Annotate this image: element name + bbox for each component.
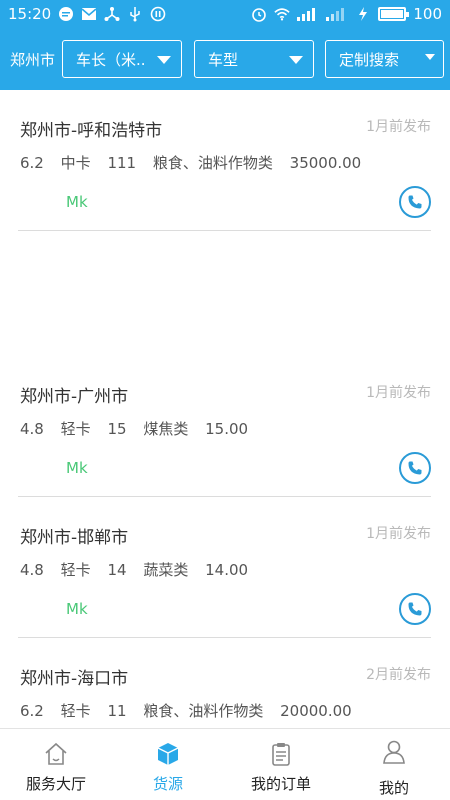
cargo-price: 20000.00 bbox=[280, 702, 352, 720]
list-item[interactable]: 郑州市-海口市 2月前发布 6.2 轻卡 11 粮食、油料作物类 20000.0… bbox=[18, 638, 431, 728]
home-icon bbox=[43, 741, 69, 767]
alarm-icon bbox=[251, 6, 267, 22]
chevron-down-icon bbox=[425, 54, 435, 60]
call-button[interactable] bbox=[399, 452, 431, 484]
tab-cargo[interactable]: 货源 bbox=[112, 729, 224, 800]
city-selector[interactable]: 郑州市 bbox=[10, 49, 62, 70]
clock: 15:20 bbox=[8, 5, 52, 23]
cargo-count: 111 bbox=[107, 154, 137, 172]
custom-search-label: 定制搜索 bbox=[339, 50, 400, 69]
tab-service-hall[interactable]: 服务大厅 bbox=[0, 729, 112, 800]
publish-time: 2月前发布 bbox=[366, 667, 431, 683]
vehicle-type: 轻卡 bbox=[60, 702, 91, 720]
list-item[interactable]: 郑州市-广州市 1月前发布 4.8 轻卡 15 煤焦类 15.00 Mk bbox=[18, 356, 431, 497]
share-icon bbox=[104, 6, 120, 22]
shipper-name: Mk bbox=[66, 600, 88, 618]
publish-time: 1月前发布 bbox=[366, 119, 431, 135]
phone-icon bbox=[408, 195, 422, 209]
publish-time: 1月前发布 bbox=[366, 385, 431, 401]
publish-time: 1月前发布 bbox=[366, 526, 431, 542]
truck-length: 6.2 bbox=[20, 702, 44, 720]
tab-label: 货源 bbox=[152, 775, 183, 793]
list-item[interactable]: 郑州市-邯郸市 1月前发布 4.8 轻卡 14 蔬菜类 14.00 Mk bbox=[18, 497, 431, 638]
signal-icon bbox=[297, 6, 319, 22]
charging-icon bbox=[355, 6, 371, 22]
custom-search-filter[interactable]: 定制搜索 bbox=[325, 40, 444, 78]
phone-icon bbox=[408, 461, 422, 475]
battery-level: 100 bbox=[413, 5, 442, 23]
status-bar: 15:20 100 bbox=[0, 0, 450, 28]
cargo-list[interactable]: 郑州市-呼和浩特市 1月前发布 6.2 中卡 111 粮食、油料作物类 3500… bbox=[0, 90, 450, 728]
cargo-category: 粮食、油料作物类 bbox=[152, 154, 273, 172]
tab-label: 我的 bbox=[378, 779, 409, 797]
chevron-down-icon bbox=[289, 56, 303, 64]
app-icon bbox=[150, 6, 166, 22]
message-icon bbox=[58, 6, 74, 22]
truck-length: 4.8 bbox=[20, 561, 44, 579]
length-filter-label: 车长（米.. bbox=[76, 50, 146, 69]
type-filter[interactable]: 车型 bbox=[194, 40, 314, 78]
battery-fill bbox=[381, 10, 404, 18]
filter-bar: 郑州市 车长（米.. 车型 定制搜索 bbox=[0, 28, 450, 90]
cargo-count: 11 bbox=[107, 702, 127, 720]
vehicle-type: 中卡 bbox=[60, 154, 91, 172]
chevron-down-icon bbox=[157, 56, 171, 64]
cargo-category: 煤焦类 bbox=[143, 420, 189, 438]
cargo-details: 4.8 轻卡 15 煤焦类 15.00 bbox=[20, 418, 260, 439]
truck-length: 4.8 bbox=[20, 420, 44, 438]
cargo-count: 15 bbox=[107, 420, 127, 438]
route: 郑州市-海口市 bbox=[20, 669, 129, 689]
route: 郑州市-邯郸市 bbox=[20, 528, 129, 548]
cargo-price: 35000.00 bbox=[289, 154, 362, 172]
user-icon bbox=[381, 739, 407, 765]
truck-length: 6.2 bbox=[20, 154, 44, 172]
mail-icon bbox=[81, 6, 97, 22]
cargo-details: 4.8 轻卡 14 蔬菜类 14.00 bbox=[20, 559, 260, 580]
usb-icon bbox=[127, 6, 143, 22]
route: 郑州市-广州市 bbox=[20, 387, 129, 407]
cargo-count: 14 bbox=[107, 561, 127, 579]
shipper-name: Mk bbox=[66, 459, 88, 477]
4g-signal-icon bbox=[326, 6, 348, 22]
cargo-details: 6.2 轻卡 11 粮食、油料作物类 20000.00 bbox=[20, 700, 364, 721]
clipboard-icon bbox=[268, 741, 294, 767]
bottom-tab-bar: 服务大厅 货源 我的订单 我的 bbox=[0, 728, 450, 800]
tab-label: 我的订单 bbox=[250, 775, 311, 793]
cargo-price: 15.00 bbox=[205, 420, 249, 438]
route: 郑州市-呼和浩特市 bbox=[20, 121, 163, 141]
cube-icon bbox=[155, 741, 181, 767]
cargo-category: 粮食、油料作物类 bbox=[143, 702, 264, 720]
cargo-category: 蔬菜类 bbox=[143, 561, 189, 579]
tab-my-orders[interactable]: 我的订单 bbox=[225, 729, 337, 800]
length-filter[interactable]: 车长（米.. bbox=[62, 40, 182, 78]
battery-icon bbox=[378, 7, 410, 21]
list-item[interactable]: 郑州市-呼和浩特市 1月前发布 6.2 中卡 111 粮食、油料作物类 3500… bbox=[18, 90, 431, 231]
cargo-details: 6.2 中卡 111 粮食、油料作物类 35000.00 bbox=[20, 152, 373, 173]
vehicle-type: 轻卡 bbox=[60, 561, 91, 579]
call-button[interactable] bbox=[399, 593, 431, 625]
type-filter-label: 车型 bbox=[208, 50, 239, 69]
wifi-icon bbox=[274, 6, 290, 22]
phone-icon bbox=[408, 602, 422, 616]
call-button[interactable] bbox=[399, 186, 431, 218]
tab-label: 服务大厅 bbox=[25, 775, 86, 793]
shipper-name: Mk bbox=[66, 193, 88, 211]
vehicle-type: 轻卡 bbox=[60, 420, 91, 438]
cargo-price: 14.00 bbox=[205, 561, 249, 579]
tab-me[interactable]: 我的 bbox=[338, 729, 450, 800]
